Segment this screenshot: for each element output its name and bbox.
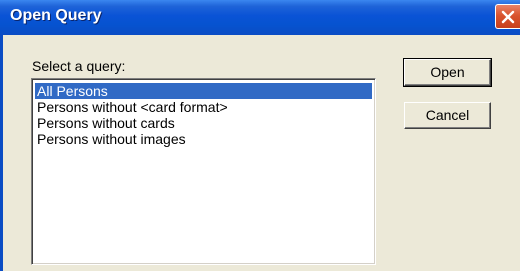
list-item[interactable]: Persons without images [35, 131, 372, 147]
query-listbox[interactable]: All Persons Persons without <card format… [31, 78, 376, 265]
list-item[interactable]: Persons without <card format> [35, 99, 372, 115]
close-button[interactable] [495, 4, 520, 29]
close-icon [501, 10, 515, 24]
list-item[interactable]: Persons without cards [35, 115, 372, 131]
list-item[interactable]: All Persons [35, 83, 372, 99]
select-query-label: Select a query: [32, 58, 126, 74]
title-bar[interactable]: Open Query [0, 0, 520, 35]
open-button[interactable]: Open [403, 58, 492, 87]
window-title: Open Query [10, 7, 102, 24]
query-list: All Persons Persons without <card format… [32, 79, 375, 147]
open-query-dialog: Open Query Select a query: All Persons P… [0, 0, 520, 271]
cancel-button[interactable]: Cancel [404, 102, 491, 129]
